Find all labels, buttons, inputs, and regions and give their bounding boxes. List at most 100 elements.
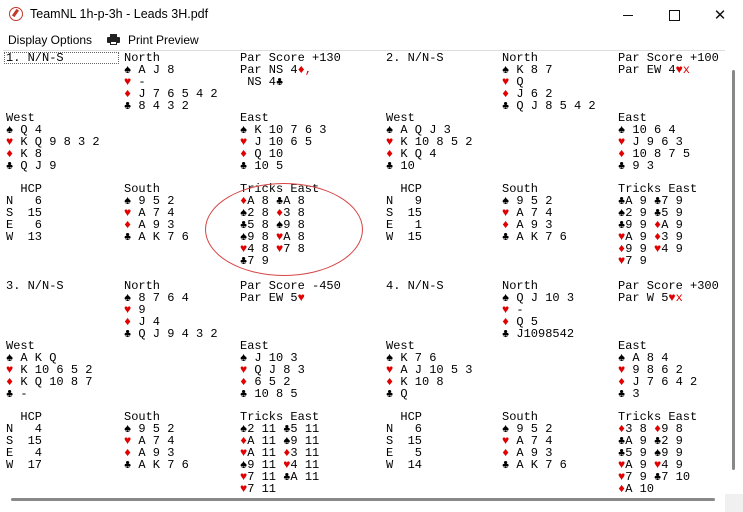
par-alt-contract: NS 4♣ [240, 75, 284, 89]
board-number: 1. N/N-S [6, 51, 64, 65]
suit-cards: Q J 8 5 4 2 [509, 99, 596, 113]
par-score: Par Score +300 Par W 5♥x [618, 280, 719, 304]
display-options-menu[interactable]: Display Options [8, 33, 92, 47]
suit-row-clubs: ♣ Q J 9 4 3 2 [124, 328, 218, 340]
board-header: 3. N/N-S [6, 280, 64, 292]
close-icon: ✕ [713, 7, 727, 24]
par-contract: Par EW 4 [618, 63, 676, 77]
suit-row-clubs: ♣ - [6, 388, 92, 400]
board-header-line: 4. N/N-S [386, 280, 444, 292]
tricks-value: 4 9 [661, 242, 683, 256]
hcp-value: W 14 [386, 458, 423, 472]
suit-row-clubs: ♣ J1098542 [502, 328, 574, 340]
south-hand: South ♠ 9 5 2 ♥ A 7 4 ♦ A 9 3 ♣ A K 7 6 [124, 411, 189, 471]
print-preview-menu[interactable]: Print Preview [128, 33, 199, 47]
hcp-row: W 15 [386, 231, 422, 243]
suit-row-clubs: ♣ A K 7 6 [124, 231, 189, 243]
suit-row-clubs: ♣ Q [386, 388, 472, 400]
horizontal-scrollbar[interactable] [3, 494, 725, 506]
board-header: 4. N/N-S [386, 280, 444, 292]
suit-cards: 10 8 5 [247, 387, 298, 401]
par-line-2: Par EW 4♥x [618, 64, 719, 76]
printer-icon [107, 34, 120, 45]
tricks-value: 7 9 [625, 254, 655, 268]
south-hand: South ♠ 9 5 2 ♥ A 7 4 ♦ A 9 3 ♣ A K 7 6 [124, 183, 189, 243]
suit-cards: A K 7 6 [509, 230, 567, 244]
north-hand: North ♠ K 8 7 ♥ Q ♦ J 6 2 ♣ Q J 8 5 4 2 [502, 52, 596, 112]
north-hand: North ♠ Q J 10 3 ♥ - ♦ Q 5 ♣ J1098542 [502, 280, 574, 340]
par-suit: ♦, [297, 63, 313, 77]
suit-row-clubs: ♣ 8 4 3 2 [124, 100, 218, 112]
horizontal-scroll-thumb[interactable] [11, 498, 715, 501]
suit-row-clubs: ♣ 10 5 [240, 160, 326, 172]
vertical-scroll-thumb[interactable] [732, 70, 735, 470]
par-line-3: NS 4♣ [240, 76, 341, 88]
close-button[interactable]: ✕ [697, 0, 743, 30]
suit-row-clubs: ♣ Q J 8 5 4 2 [502, 100, 596, 112]
par-score: Par Score +100 Par EW 4♥x [618, 52, 719, 76]
south-hand: South ♠ 9 5 2 ♥ A 7 4 ♦ A 9 3 ♣ A K 7 6 [502, 411, 567, 471]
suit-cards: 9 3 [625, 159, 655, 173]
tricks-table: Tricks East ♣A 9 ♣7 9 ♠2 9 ♣5 9 ♣9 9 ♦A 9 ♥A… [618, 183, 697, 267]
suit-row-clubs: ♣ A K 7 6 [502, 231, 567, 243]
minimize-button[interactable] [605, 0, 651, 30]
par-suit: ♥x [675, 63, 691, 77]
suit-cards: 8 4 3 2 [131, 99, 189, 113]
suit-cards: Q [393, 387, 408, 401]
hcp-table: HCP N 4S 15 E 4W 17 [6, 411, 42, 471]
suit-row-clubs: ♣ 10 8 5 [240, 388, 305, 400]
par-line-2: Par EW 5♥ [240, 292, 341, 304]
board-header-line: 1. N/N-S [6, 52, 64, 64]
suit-row-clubs: ♣ 3 [618, 388, 697, 400]
tricks-table: Tricks East ♠2 11 ♣5 11 ♦A 11 ♠9 11 ♥A 11 ♦… [240, 411, 319, 495]
hcp-table: HCP N 6S 15 E 6W 13 [6, 183, 42, 243]
board-header-line: 2. N/N-S [386, 52, 444, 64]
par-contract: Par W 5 [618, 291, 669, 305]
par-suit: ♥ [297, 291, 305, 305]
west-hand: West ♠ A K Q ♥ K 10 6 5 2 ♦ K Q 10 8 7 ♣ - [6, 340, 92, 400]
board-number: 4. N/N-S [386, 279, 444, 293]
minimize-icon [623, 14, 633, 16]
par-score: Par Score +130 Par NS 4♦, NS 4♣ [240, 52, 341, 88]
vertical-scrollbar[interactable] [725, 50, 743, 496]
east-hand: East ♠ K 10 7 6 3 ♥ J 10 6 5 ♦ Q 10 ♣ 10 5 [240, 112, 326, 172]
suit-row-clubs: ♣ Q J 9 [6, 160, 100, 172]
hcp-row: W 17 [6, 459, 42, 471]
suit-row-clubs: ♣ A K 7 6 [502, 459, 567, 471]
deal-sheet [3, 50, 725, 497]
par-line-2: Par W 5♥x [618, 292, 719, 304]
title-bar: TeamNL 1h-p-3h - Leads 3H.pdf ✕ [0, 0, 743, 30]
scroll-corner [725, 494, 743, 512]
par-contract: Par EW 5 [240, 291, 298, 305]
west-hand: West ♠ K 7 6 ♥ A J 10 5 3 ♦ K 10 8 ♣ Q [386, 340, 472, 400]
board-number: 3. N/N-S [6, 279, 64, 293]
suit-cards: - [13, 387, 28, 401]
east-hand: East ♠ A 8 4 ♥ 9 8 6 2 ♦ J 7 6 4 2 ♣ 3 [618, 340, 697, 400]
tricks-value: 7 10 [661, 470, 691, 484]
tricks-table: Tricks East ♦3 8 ♦9 8 ♣A 9 ♣2 9 ♣5 9 ♠9 9 ♥A… [618, 411, 697, 495]
window-title: TeamNL 1h-p-3h - Leads 3H.pdf [30, 7, 209, 21]
annotation-circle [205, 183, 363, 276]
suit-cards: 3 [625, 387, 640, 401]
hcp-table: HCP N 6S 15 E 5W 14 [386, 411, 422, 471]
par-suit: ♥x [668, 291, 683, 305]
app-compass-icon [9, 7, 23, 21]
west-hand: West ♠ A Q J 3 ♥ K 10 8 5 2 ♦ K Q 4 ♣ 10 [386, 112, 472, 172]
tricks-row: ♥7 9 [618, 255, 697, 267]
suit-row-clubs: ♣ 9 3 [618, 160, 690, 172]
north-hand: North ♠ 8 7 6 4 ♥ 9 ♦ J 4 ♣ Q J 9 4 3 2 [124, 280, 218, 340]
east-hand: East ♠ 10 6 4 ♥ J 9 6 3 ♦ 10 8 7 5 ♣ 9 3 [618, 112, 690, 172]
par-score: Par Score -450 Par EW 5♥ [240, 280, 341, 304]
east-hand: East ♠ J 10 3 ♥ Q J 8 3 ♦ 6 5 2 ♣ 10 8 5 [240, 340, 305, 400]
maximize-button[interactable] [651, 0, 697, 30]
hcp-table: HCP N 9S 15 E 1W 15 [386, 183, 422, 243]
suit-cards: A K 7 6 [131, 230, 189, 244]
suit-row-clubs: ♣ A K 7 6 [124, 459, 189, 471]
suit-cards: A K 7 6 [131, 458, 189, 472]
west-hand: West ♠ Q 4 ♥ K Q 9 8 3 2 ♦ K 8 ♣ Q J 9 [6, 112, 100, 172]
south-hand: South ♠ 9 5 2 ♥ A 7 4 ♦ A 9 3 ♣ A K 7 6 [502, 183, 567, 243]
hcp-row: W 13 [6, 231, 42, 243]
hcp-value: W 15 [386, 230, 423, 244]
board-header: 1. N/N-S [6, 52, 64, 64]
hcp-row: W 14 [386, 459, 422, 471]
